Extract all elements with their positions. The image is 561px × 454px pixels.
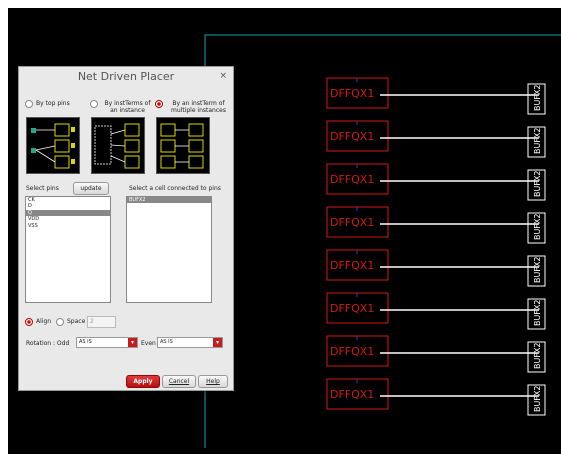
net-driven-placer-dialog: Net Driven Placer × By top pins By instT…	[18, 66, 234, 391]
radio-align[interactable]: Align	[25, 318, 51, 326]
placement-row[interactable]: DFFQX1 BUFX2	[326, 249, 546, 287]
placement-row[interactable]: DFFQX1 BUFX2	[326, 77, 546, 115]
cancel-button[interactable]: Cancel	[162, 375, 196, 388]
rotation-odd-value: AS IS	[79, 339, 92, 345]
select-pins-label: Select pins	[26, 185, 59, 192]
placement-row[interactable]: DFFQX1 BUFX2	[326, 378, 546, 416]
buffer-label: BUFX2	[533, 170, 542, 197]
placement-row[interactable]: DFFQX1 BUFX2	[326, 163, 546, 201]
placement-row[interactable]: DFFQX1 BUFX2	[326, 120, 546, 158]
buffer-label: BUFX2	[533, 256, 542, 283]
select-cell-label: Select a cell connected to pins	[129, 185, 221, 192]
cells-list[interactable]: BUFX2	[126, 196, 212, 303]
radio-by-top-pins[interactable]: By top pins	[25, 100, 70, 108]
instance-label: DFFQX1	[330, 87, 374, 100]
buffer-label: BUFX2	[533, 385, 542, 412]
radio-dot-icon	[90, 100, 98, 108]
rotation-odd-select[interactable]: AS IS ▾	[76, 337, 138, 348]
multi-instance-terms-diagram-icon	[156, 117, 210, 174]
instance-label: DFFQX1	[330, 259, 374, 272]
radio-by-instterm-multiple[interactable]: By an instTerm of multiple instances	[155, 100, 231, 114]
chevron-down-icon: ▾	[128, 338, 137, 347]
update-button[interactable]: update	[73, 182, 109, 195]
radio-dot-icon	[25, 100, 33, 108]
rotation-even-select[interactable]: AS IS ▾	[157, 337, 223, 348]
radio-space[interactable]: Space	[56, 318, 85, 326]
buffer-label: BUFX2	[533, 127, 542, 154]
even-label: Even	[141, 340, 156, 347]
radio-label-instterm-multiple: By an instTerm of multiple instances	[171, 100, 226, 114]
placement-row[interactable]: DFFQX1 BUFX2	[326, 335, 546, 373]
list-item-cell[interactable]: BUFX2	[127, 197, 211, 204]
buffer-label: BUFX2	[533, 299, 542, 326]
instance-label: DFFQX1	[330, 130, 374, 143]
radio-dot-selected-icon	[155, 100, 163, 108]
help-button[interactable]: Help	[198, 375, 228, 388]
rotation-even-value: AS IS	[160, 339, 173, 345]
close-icon[interactable]: ×	[219, 71, 227, 81]
apply-button[interactable]: Apply	[126, 375, 160, 388]
instance-terms-diagram-icon	[91, 117, 145, 174]
buffer-label: BUFX2	[533, 342, 542, 369]
die-boundary	[204, 34, 561, 448]
instance-label: DFFQX1	[330, 345, 374, 358]
instance-label: DFFQX1	[330, 173, 374, 186]
radio-label-instterms-instance: By instTerms of an instance	[104, 100, 151, 114]
align-label: Align	[36, 318, 52, 325]
placement-rows: DFFQX1 BUFX2 DFFQX1 BUFX2 DFFQX1 BUFX2 DFFQX1 B…	[326, 77, 546, 416]
radio-label-top-pins: By top pins	[36, 100, 70, 107]
boundary-line	[204, 34, 561, 448]
buffer-label: BUFX2	[533, 84, 542, 111]
dialog-title: Net Driven Placer	[77, 70, 175, 83]
rotation-odd-label: Rotation : Odd	[26, 340, 70, 347]
radio-by-instterms-instance[interactable]: By instTerms of an instance	[90, 100, 154, 114]
chevron-down-icon: ▾	[213, 338, 222, 347]
radio-dot-selected-icon	[25, 318, 33, 326]
instance-label: DFFQX1	[330, 388, 374, 401]
top-pins-diagram-icon	[26, 117, 80, 174]
radio-dot-icon	[56, 318, 64, 326]
list-item-pin[interactable]: VSS	[26, 223, 110, 229]
placement-row[interactable]: DFFQX1 BUFX2	[326, 206, 546, 244]
space-label: Space	[67, 318, 86, 325]
space-input[interactable]: 2	[87, 316, 116, 328]
pins-list[interactable]: CK D Q VDD VSS	[25, 196, 111, 303]
buffer-label: BUFX2	[533, 213, 542, 240]
instance-label: DFFQX1	[330, 216, 374, 229]
placement-row[interactable]: DFFQX1 BUFX2	[326, 292, 546, 330]
instance-label: DFFQX1	[330, 302, 374, 315]
